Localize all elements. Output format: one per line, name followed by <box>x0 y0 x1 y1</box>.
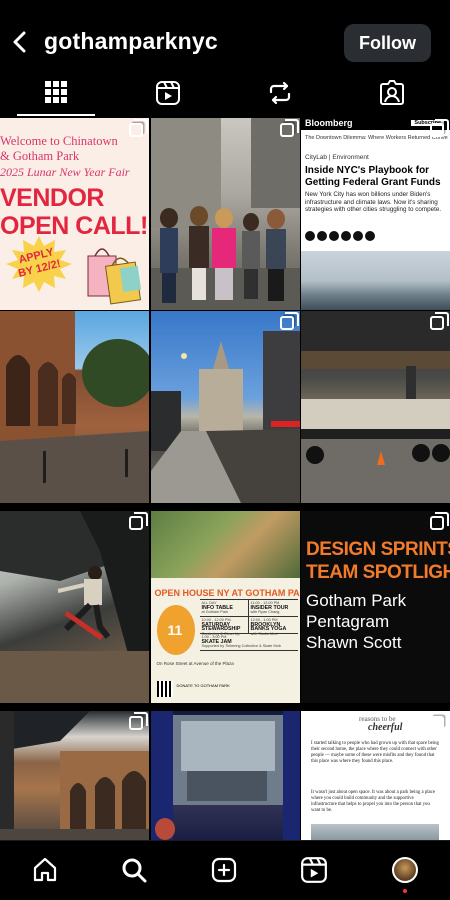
schedule-item: 12:00 - 1:00 PM BROOKLYN BANKS YOGA with S… <box>250 618 287 636</box>
profile-header: gothamparknyc Follow <box>0 0 450 80</box>
multi-post-icon <box>279 312 299 330</box>
profile-username: gothamparknyc <box>44 28 218 54</box>
post-text-line: Welcome to Chinatown <box>0 134 118 148</box>
bottom-navigation <box>0 840 450 900</box>
article-body: New York City has won billions under Bid… <box>305 191 442 213</box>
post-headline: OPEN HOUSE NY AT GOTHAM PARK <box>154 588 300 598</box>
post-photo <box>150 118 300 310</box>
search-icon[interactable] <box>118 854 150 886</box>
event-schedule: ALL DAY INFO TABLE at Gotham Park 11:00 - … <box>199 599 298 651</box>
post-design-sprints[interactable]: DESIGN SPRINTS TEAM SPOTLIGHT Gotham Par… <box>301 511 450 703</box>
post-group-photo[interactable] <box>150 118 300 310</box>
create-post-icon[interactable] <box>208 854 240 886</box>
active-tab-indicator <box>17 114 95 116</box>
tab-reels[interactable] <box>112 80 224 116</box>
post-bridge-arches[interactable] <box>0 711 149 840</box>
post-text-line: 2025 Lunar New Year Fair <box>0 165 130 179</box>
post-truck-under-bridge[interactable] <box>301 311 450 503</box>
profile-tabs <box>0 80 450 116</box>
multi-post-icon <box>430 119 449 137</box>
share-icons <box>305 231 375 241</box>
team-name: Gotham Park <box>306 591 407 610</box>
date-day: 11 <box>167 622 183 638</box>
posts-grid: Welcome to Chinatown & Gotham Park 2025 … <box>0 118 450 840</box>
post-photo <box>0 711 149 840</box>
article-headline: Inside NYC's Playbook for Getting Federa… <box>305 165 441 188</box>
date-badge: 11 <box>156 605 195 655</box>
post-reasons-cheerful[interactable]: reasons to be cheerful I started talking… <box>301 711 450 840</box>
grid-icon <box>44 80 68 104</box>
reels-icon <box>155 80 181 106</box>
schedule-item: 11:00 - 12:00 PM INSIDER TOUR with Ryan Ch… <box>250 601 289 614</box>
multi-post-icon <box>129 119 148 137</box>
notification-dot <box>403 889 407 893</box>
tab-posts[interactable] <box>0 80 112 116</box>
post-headline: DESIGN SPRINTS <box>306 539 450 560</box>
tab-reposts[interactable] <box>224 80 336 116</box>
schedule-item: 1:00 - 3:00 PM SKATE JAM Supported by Tink… <box>201 635 281 648</box>
qr-code <box>156 681 173 697</box>
post-photo <box>0 511 149 703</box>
tab-tagged[interactable] <box>336 80 448 116</box>
post-text-line: & Gotham Park <box>0 149 80 163</box>
event-location: On Rose Street at Avenue of the Plaza <box>156 661 234 666</box>
post-paragraph: I started talking to people who had grow… <box>311 741 439 765</box>
article-nav: The Downtown Dilemma: Where Workers Retu… <box>305 135 448 141</box>
reels-nav-icon[interactable] <box>298 854 330 886</box>
team-name: Pentagram <box>306 612 390 631</box>
post-bloomberg-article[interactable]: Bloomberg Subscribe The Downtown Dilemma… <box>301 118 450 310</box>
schedule-item: ALL DAY INFO TABLE at Gotham Park <box>200 600 249 616</box>
post-photo <box>150 331 300 503</box>
article-kicker: CityLab | Environment <box>305 154 369 161</box>
post-photo <box>150 711 300 840</box>
multi-post-icon <box>129 512 148 530</box>
back-arrow-icon[interactable] <box>8 26 36 58</box>
bloomberg-logo: Bloomberg <box>305 118 353 128</box>
post-paragraph: It wasn't just about open space. It was … <box>311 790 435 814</box>
post-open-house-ny[interactable]: OPEN HOUSE NY AT GOTHAM PARK 11 On Rose … <box>150 511 300 703</box>
multi-post-icon <box>430 312 449 330</box>
post-headline: cheerful <box>368 722 403 733</box>
post-city-walkway[interactable] <box>150 311 300 503</box>
post-photo <box>150 511 300 578</box>
multi-post-icon <box>430 712 449 730</box>
multi-post-icon <box>129 712 148 730</box>
post-vendor-open-call[interactable]: Welcome to Chinatown & Gotham Park 2025 … <box>0 118 149 310</box>
donate-label: DONATE TO GOTHAM PARK <box>176 683 230 688</box>
profile-avatar[interactable] <box>392 857 418 883</box>
repost-icon <box>267 80 293 106</box>
post-arches-street[interactable] <box>0 311 149 503</box>
home-icon[interactable] <box>29 854 61 886</box>
post-stage-event[interactable] <box>150 711 300 840</box>
post-photo <box>0 311 149 503</box>
post-skateboarder[interactable] <box>0 511 149 703</box>
shopping-bags-illustration <box>87 248 142 305</box>
post-photo <box>311 824 439 840</box>
post-headline: VENDOR <box>0 184 104 212</box>
team-name: Shawn Scott <box>306 633 402 652</box>
multi-post-icon <box>430 512 449 530</box>
tagged-person-icon <box>379 80 405 106</box>
article-image <box>301 251 450 310</box>
multi-post-icon <box>279 119 299 137</box>
post-photo <box>301 311 450 503</box>
follow-button[interactable]: Follow <box>344 24 431 62</box>
schedule-item: 10:00 - 12:00 PM SATURDAY STEWARDSHIP Gard… <box>200 617 249 636</box>
post-headline: TEAM SPOTLIGHT <box>306 562 450 583</box>
